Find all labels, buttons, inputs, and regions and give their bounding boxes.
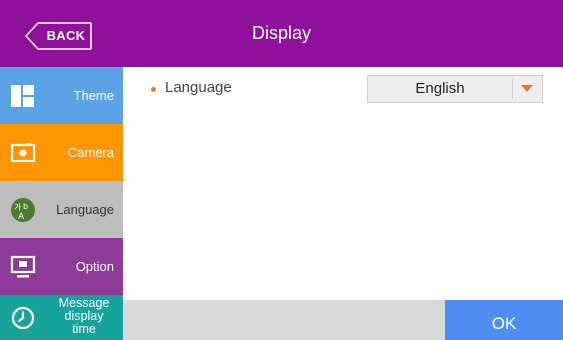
chevron-down-icon — [521, 85, 533, 92]
sidebar-item-language[interactable]: 가 b A Language — [0, 181, 133, 238]
settings-panel: Language English — [123, 67, 563, 300]
theme-icon — [11, 85, 34, 107]
language-label: Language — [165, 79, 232, 96]
header-bar: Display BACK — [0, 0, 563, 67]
sidebar: Theme Camera 가 b A Language Option Messa… — [0, 67, 133, 340]
svg-text:가: 가 — [14, 203, 22, 212]
language-icon: 가 b A — [11, 198, 35, 222]
sidebar-item-option[interactable]: Option — [0, 238, 123, 295]
footer-bar: OK — [123, 300, 563, 340]
language-dropdown[interactable]: English — [367, 75, 543, 103]
sidebar-item-label: Language — [56, 202, 114, 217]
monitor-icon — [10, 255, 36, 278]
sidebar-item-label: Message display time — [58, 296, 110, 336]
sidebar-item-label: Theme — [73, 88, 114, 103]
dropdown-divider — [512, 79, 513, 99]
sidebar-item-theme[interactable]: Theme — [0, 67, 123, 124]
ok-button[interactable]: OK — [445, 300, 563, 340]
language-dropdown-value: English — [415, 80, 465, 97]
clock-icon — [11, 306, 35, 330]
svg-text:b: b — [23, 202, 28, 211]
svg-text:A: A — [18, 212, 25, 222]
back-button[interactable]: BACK — [24, 22, 92, 50]
back-button-label: BACK — [46, 28, 86, 43]
camera-icon — [10, 143, 36, 163]
sidebar-item-label: Camera — [67, 145, 114, 160]
sidebar-item-message-display-time[interactable]: Message display time — [0, 295, 123, 340]
sidebar-item-camera[interactable]: Camera — [0, 124, 123, 181]
bullet-icon — [151, 87, 156, 92]
sidebar-item-label: Option — [75, 259, 114, 274]
